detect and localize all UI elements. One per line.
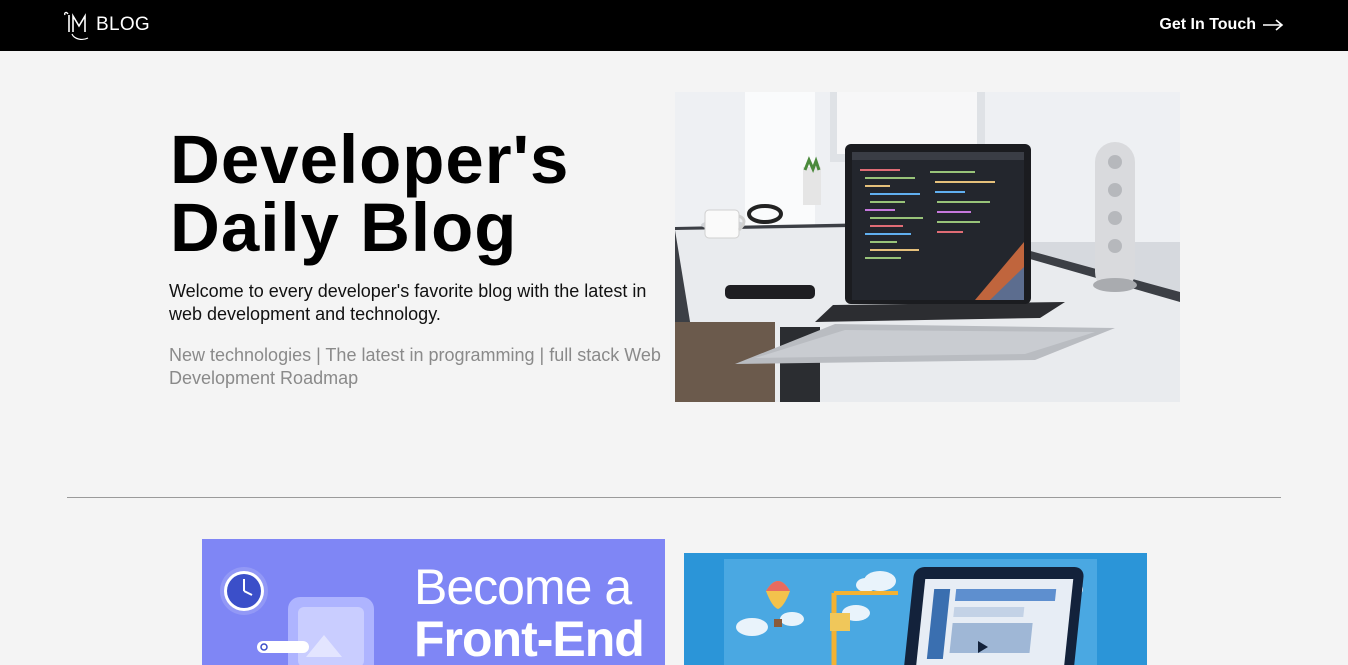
- post-card-frontend-title-line-1: Become a: [414, 559, 632, 615]
- hero-title-line-2: Daily Blog: [170, 189, 518, 266]
- hero-lead-text: Welcome to every developer's favorite bl…: [169, 281, 647, 324]
- logo-text: BLOG: [96, 14, 150, 35]
- hero-title-line-1: Developer's: [170, 121, 570, 198]
- hero-laptop-image: [675, 92, 1180, 402]
- post-card-web-development[interactable]: [684, 553, 1147, 665]
- logo-mark-icon: [64, 11, 89, 40]
- hero-title: Developer's Daily Blog: [170, 125, 670, 262]
- web-development-illustration: [684, 553, 1147, 665]
- post-card-frontend[interactable]: Become a Front-End: [202, 539, 665, 665]
- top-navbar: BLOG Get In Touch: [0, 0, 1348, 51]
- laptop-desk-photo-illustration: [675, 92, 1180, 402]
- post-card-frontend-title: Become a Front-End: [414, 559, 645, 665]
- arrow-right-icon: [1263, 19, 1284, 31]
- get-in-touch-label: Get In Touch: [1159, 16, 1256, 33]
- get-in-touch-link[interactable]: Get In Touch: [1159, 14, 1284, 36]
- section-divider: [67, 497, 1281, 498]
- post-card-frontend-title-line-2: Front-End: [414, 611, 645, 665]
- hero-tags-text: New technologies | The latest in program…: [169, 345, 661, 388]
- site-logo[interactable]: BLOG: [62, 8, 150, 42]
